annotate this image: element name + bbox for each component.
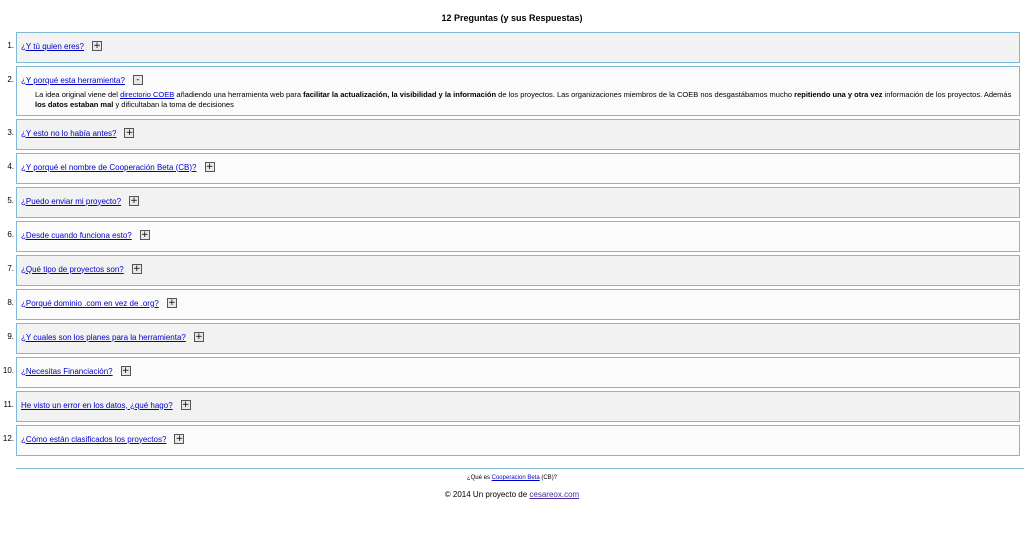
expand-toggle[interactable]: +: [139, 230, 150, 240]
faq-box: ¿Y tú quien eres? +: [16, 32, 1020, 63]
question-link[interactable]: ¿Y cuales son los planes para la herrami…: [21, 333, 186, 342]
item-number: 7.: [7, 264, 14, 273]
item-number: 2.: [7, 75, 14, 84]
question-link[interactable]: ¿Y tú quien eres?: [21, 42, 84, 51]
expand-toggle[interactable]: +: [180, 400, 191, 410]
footer-divider: [16, 468, 1024, 469]
question-link[interactable]: ¿Desde cuando funciona esto?: [21, 231, 132, 240]
faq-box: He visto un error en los datos, ¿qué hag…: [16, 391, 1020, 422]
item-number: 5.: [7, 196, 14, 205]
faq-item-5: 5. ¿Puedo enviar mi proyecto? +: [0, 187, 1020, 218]
faq-item-8: 8. ¿Porqué dominio .com en vez de .org? +: [0, 289, 1020, 320]
expand-toggle[interactable]: +: [204, 162, 215, 172]
question-link[interactable]: ¿Qué tipo de proyectos son?: [21, 265, 124, 274]
faq-list: 1. ¿Y tú quien eres? + 2. ¿Y porqué esta …: [0, 32, 1020, 456]
answer-text: La idea original viene del directorio CO…: [35, 90, 1012, 109]
footer-about: ¿Qué es Cooperacion Beta (CB)?: [466, 475, 558, 481]
footer-copyright: © 2014 Un proyecto de cesareox.com: [444, 490, 580, 499]
faq-box: ¿Y porqué el nombre de Cooperación Beta …: [16, 153, 1020, 184]
faq-item-9: 9. ¿Y cuales son los planes para la herr…: [0, 323, 1020, 354]
faq-item-11: 11. He visto un error en los datos, ¿qué…: [0, 391, 1020, 422]
item-number: 1.: [7, 41, 14, 50]
faq-box: ¿Porqué dominio .com en vez de .org? +: [16, 289, 1020, 320]
expand-toggle[interactable]: +: [131, 264, 142, 274]
faq-item-3: 3. ¿Y esto no lo había antes? +: [0, 119, 1020, 150]
faq-box: ¿Y porqué esta herramienta? - La idea ori…: [16, 66, 1020, 116]
expand-toggle[interactable]: +: [166, 298, 177, 308]
question-link[interactable]: ¿Y esto no lo había antes?: [21, 129, 116, 138]
question-link[interactable]: He visto un error en los datos, ¿qué hag…: [21, 401, 173, 410]
page-title: 12 Preguntas (y sus Respuestas): [441, 13, 583, 23]
expand-toggle[interactable]: +: [129, 196, 140, 206]
faq-item-2: 2. ¿Y porqué esta herramienta? - La idea …: [0, 66, 1020, 116]
item-number: 11.: [3, 400, 14, 409]
faq-box: ¿Qué tipo de proyectos son? +: [16, 255, 1020, 286]
faq-box: ¿Y cuales son los planes para la herrami…: [16, 323, 1020, 354]
item-number: 12.: [2, 434, 14, 443]
question-link[interactable]: ¿Puedo enviar mi proyecto?: [21, 197, 121, 206]
directorio-coeb-link[interactable]: directorio COEB: [120, 90, 174, 99]
faq-item-6: 6. ¿Desde cuando funciona esto? +: [0, 221, 1020, 252]
question-link[interactable]: ¿Y porqué el nombre de Cooperación Beta …: [21, 163, 197, 172]
expand-toggle[interactable]: +: [92, 41, 103, 51]
expand-toggle[interactable]: +: [120, 366, 131, 376]
expand-toggle[interactable]: +: [124, 128, 135, 138]
expand-toggle[interactable]: +: [193, 332, 204, 342]
faq-item-4: 4. ¿Y porqué el nombre de Cooperación Be…: [0, 153, 1020, 184]
cooperacion-beta-link[interactable]: Cooperacion Beta: [492, 475, 540, 481]
author-link[interactable]: cesareox.com: [529, 490, 579, 499]
faq-box: ¿Necesitas Financiación? +: [16, 357, 1020, 388]
faq-item-12: 12. ¿Cómo están clasificados los proyect…: [0, 425, 1020, 456]
item-number: 8.: [7, 298, 14, 307]
faq-item-1: 1. ¿Y tú quien eres? +: [0, 32, 1020, 63]
faq-box: ¿Desde cuando funciona esto? +: [16, 221, 1020, 252]
item-number: 6.: [7, 230, 14, 239]
item-number: 9.: [7, 332, 14, 341]
item-number: 10.: [2, 366, 14, 375]
question-link[interactable]: ¿Porqué dominio .com en vez de .org?: [21, 299, 159, 308]
faq-item-10: 10. ¿Necesitas Financiación? +: [0, 357, 1020, 388]
faq-box: ¿Cómo están clasificados los proyectos? +: [16, 425, 1020, 456]
faq-box: ¿Puedo enviar mi proyecto? +: [16, 187, 1020, 218]
expand-toggle[interactable]: +: [174, 434, 185, 444]
question-link[interactable]: ¿Cómo están clasificados los proyectos?: [21, 435, 166, 444]
faq-item-7: 7. ¿Qué tipo de proyectos son? +: [0, 255, 1020, 286]
item-number: 4.: [7, 162, 14, 171]
question-link[interactable]: ¿Y porqué esta herramienta?: [21, 76, 125, 85]
item-number: 3.: [7, 128, 14, 137]
collapse-toggle[interactable]: -: [132, 75, 143, 85]
question-link[interactable]: ¿Necesitas Financiación?: [21, 367, 113, 376]
faq-box: ¿Y esto no lo había antes? +: [16, 119, 1020, 150]
